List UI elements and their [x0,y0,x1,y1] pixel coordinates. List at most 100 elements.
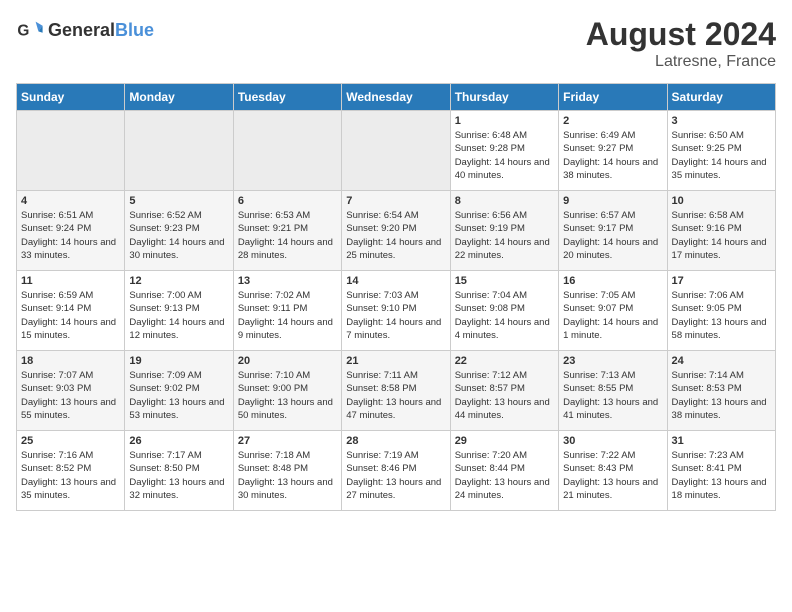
calendar-cell: 13Sunrise: 7:02 AM Sunset: 9:11 PM Dayli… [233,271,341,351]
calendar-cell: 23 Sunrise: 7:13 AM Sunset: 8:55 PM Dayli… [559,351,667,431]
calendar-table: SundayMondayTuesdayWednesdayThursdayFrid… [16,83,776,511]
calendar-cell: 1Sunrise: 6:48 AM Sunset: 9:28 PM Daylig… [450,111,558,191]
calendar-cell: 27 Sunrise: 7:18 AM Sunset: 8:48 PM Dayli… [233,431,341,511]
logo-icon: G [16,16,44,44]
calendar-cell: 30Sunrise: 7:22 AM Sunset: 8:43 PM Dayli… [559,431,667,511]
day-info: Sunrise: 7:19 AM Sunset: 8:46 PM Dayligh… [346,449,445,502]
calendar-cell: 4 Sunrise: 6:51 AM Sunset: 9:24 PM Daylig… [17,191,125,271]
calendar-cell: 25Sunrise: 7:16 AM Sunset: 8:52 PM Dayli… [17,431,125,511]
calendar-cell: 26 Sunrise: 7:17 AM Sunset: 8:50 PM Dayli… [125,431,233,511]
day-number: 4 [21,195,120,207]
day-number: 16 [563,275,662,287]
logo-blue: Blue [115,20,154,40]
day-number: 27 [238,435,337,447]
calendar-week-row: 11Sunrise: 6:59 AM Sunset: 9:14 PM Dayli… [17,271,776,351]
calendar-cell: 5 Sunrise: 6:52 AM Sunset: 9:23 PM Daylig… [125,191,233,271]
day-info: Sunrise: 6:57 AM Sunset: 9:17 PM Dayligh… [563,209,662,262]
calendar-cell: 31Sunrise: 7:23 AM Sunset: 8:41 PM Dayli… [667,431,775,511]
day-number: 20 [238,355,337,367]
calendar-cell: 11Sunrise: 6:59 AM Sunset: 9:14 PM Dayli… [17,271,125,351]
svg-text:G: G [17,23,29,40]
day-info: Sunrise: 6:52 AM Sunset: 9:23 PM Dayligh… [129,209,228,262]
day-info: Sunrise: 7:22 AM Sunset: 8:43 PM Dayligh… [563,449,662,502]
day-header-wednesday: Wednesday [342,84,450,111]
calendar-cell: 20 Sunrise: 7:10 AM Sunset: 9:00 PM Dayli… [233,351,341,431]
day-number: 7 [346,195,445,207]
day-number: 11 [21,275,120,287]
day-info: Sunrise: 7:11 AM Sunset: 8:58 PM Dayligh… [346,369,445,422]
day-info: Sunrise: 6:50 AM Sunset: 9:25 PM Dayligh… [672,129,771,182]
day-number: 26 [129,435,228,447]
day-number: 9 [563,195,662,207]
day-number: 15 [455,275,554,287]
calendar-cell: 3 Sunrise: 6:50 AM Sunset: 9:25 PM Daylig… [667,111,775,191]
calendar-cell: 24 Sunrise: 7:14 AM Sunset: 8:53 PM Dayli… [667,351,775,431]
logo-general: General [48,20,115,40]
day-info: Sunrise: 7:20 AM Sunset: 8:44 PM Dayligh… [455,449,554,502]
day-header-saturday: Saturday [667,84,775,111]
title-block: August 2024 Latresne, France [586,16,776,71]
calendar-cell: 17 Sunrise: 7:06 AM Sunset: 9:05 PM Dayli… [667,271,775,351]
day-number: 3 [672,115,771,127]
day-number: 29 [455,435,554,447]
day-number: 14 [346,275,445,287]
day-info: Sunrise: 7:05 AM Sunset: 9:07 PM Dayligh… [563,289,662,342]
day-header-monday: Monday [125,84,233,111]
day-info: Sunrise: 7:06 AM Sunset: 9:05 PM Dayligh… [672,289,771,342]
day-info: Sunrise: 7:12 AM Sunset: 8:57 PM Dayligh… [455,369,554,422]
calendar-cell [17,111,125,191]
day-number: 23 [563,355,662,367]
day-number: 2 [563,115,662,127]
day-number: 28 [346,435,445,447]
day-info: Sunrise: 7:10 AM Sunset: 9:00 PM Dayligh… [238,369,337,422]
calendar-cell: 2Sunrise: 6:49 AM Sunset: 9:27 PM Daylig… [559,111,667,191]
day-number: 24 [672,355,771,367]
day-header-sunday: Sunday [17,84,125,111]
day-info: Sunrise: 7:02 AM Sunset: 9:11 PM Dayligh… [238,289,337,342]
calendar-week-row: 1Sunrise: 6:48 AM Sunset: 9:28 PM Daylig… [17,111,776,191]
calendar-cell [342,111,450,191]
day-header-friday: Friday [559,84,667,111]
calendar-cell: 12Sunrise: 7:00 AM Sunset: 9:13 PM Dayli… [125,271,233,351]
calendar-cell: 10 Sunrise: 6:58 AM Sunset: 9:16 PM Dayli… [667,191,775,271]
day-number: 8 [455,195,554,207]
calendar-cell: 7 Sunrise: 6:54 AM Sunset: 9:20 PM Daylig… [342,191,450,271]
day-info: Sunrise: 6:54 AM Sunset: 9:20 PM Dayligh… [346,209,445,262]
calendar-cell: 6 Sunrise: 6:53 AM Sunset: 9:21 PM Daylig… [233,191,341,271]
calendar-cell [233,111,341,191]
calendar-cell: 14Sunrise: 7:03 AM Sunset: 9:10 PM Dayli… [342,271,450,351]
day-info: Sunrise: 7:13 AM Sunset: 8:55 PM Dayligh… [563,369,662,422]
month-year-title: August 2024 [586,16,776,53]
calendar-week-row: 4 Sunrise: 6:51 AM Sunset: 9:24 PM Daylig… [17,191,776,271]
day-info: Sunrise: 6:58 AM Sunset: 9:16 PM Dayligh… [672,209,771,262]
calendar-cell: 15 Sunrise: 7:04 AM Sunset: 9:08 PM Dayli… [450,271,558,351]
day-info: Sunrise: 6:51 AM Sunset: 9:24 PM Dayligh… [21,209,120,262]
day-number: 6 [238,195,337,207]
day-info: Sunrise: 6:48 AM Sunset: 9:28 PM Dayligh… [455,129,554,182]
day-info: Sunrise: 7:04 AM Sunset: 9:08 PM Dayligh… [455,289,554,342]
calendar-cell: 29 Sunrise: 7:20 AM Sunset: 8:44 PM Dayli… [450,431,558,511]
day-number: 17 [672,275,771,287]
day-info: Sunrise: 7:17 AM Sunset: 8:50 PM Dayligh… [129,449,228,502]
day-header-thursday: Thursday [450,84,558,111]
day-number: 22 [455,355,554,367]
page-header: G GeneralBlue August 2024 Latresne, Fran… [16,16,776,71]
day-number: 18 [21,355,120,367]
location-subtitle: Latresne, France [586,53,776,71]
day-number: 5 [129,195,228,207]
calendar-header-row: SundayMondayTuesdayWednesdayThursdayFrid… [17,84,776,111]
day-number: 21 [346,355,445,367]
day-info: Sunrise: 7:18 AM Sunset: 8:48 PM Dayligh… [238,449,337,502]
calendar-cell: 22 Sunrise: 7:12 AM Sunset: 8:57 PM Dayli… [450,351,558,431]
calendar-cell [125,111,233,191]
day-info: Sunrise: 6:56 AM Sunset: 9:19 PM Dayligh… [455,209,554,262]
day-info: Sunrise: 7:16 AM Sunset: 8:52 PM Dayligh… [21,449,120,502]
calendar-week-row: 18Sunrise: 7:07 AM Sunset: 9:03 PM Dayli… [17,351,776,431]
day-number: 10 [672,195,771,207]
day-info: Sunrise: 7:00 AM Sunset: 9:13 PM Dayligh… [129,289,228,342]
day-number: 31 [672,435,771,447]
day-info: Sunrise: 6:53 AM Sunset: 9:21 PM Dayligh… [238,209,337,262]
calendar-week-row: 25Sunrise: 7:16 AM Sunset: 8:52 PM Dayli… [17,431,776,511]
day-info: Sunrise: 7:09 AM Sunset: 9:02 PM Dayligh… [129,369,228,422]
day-info: Sunrise: 7:14 AM Sunset: 8:53 PM Dayligh… [672,369,771,422]
